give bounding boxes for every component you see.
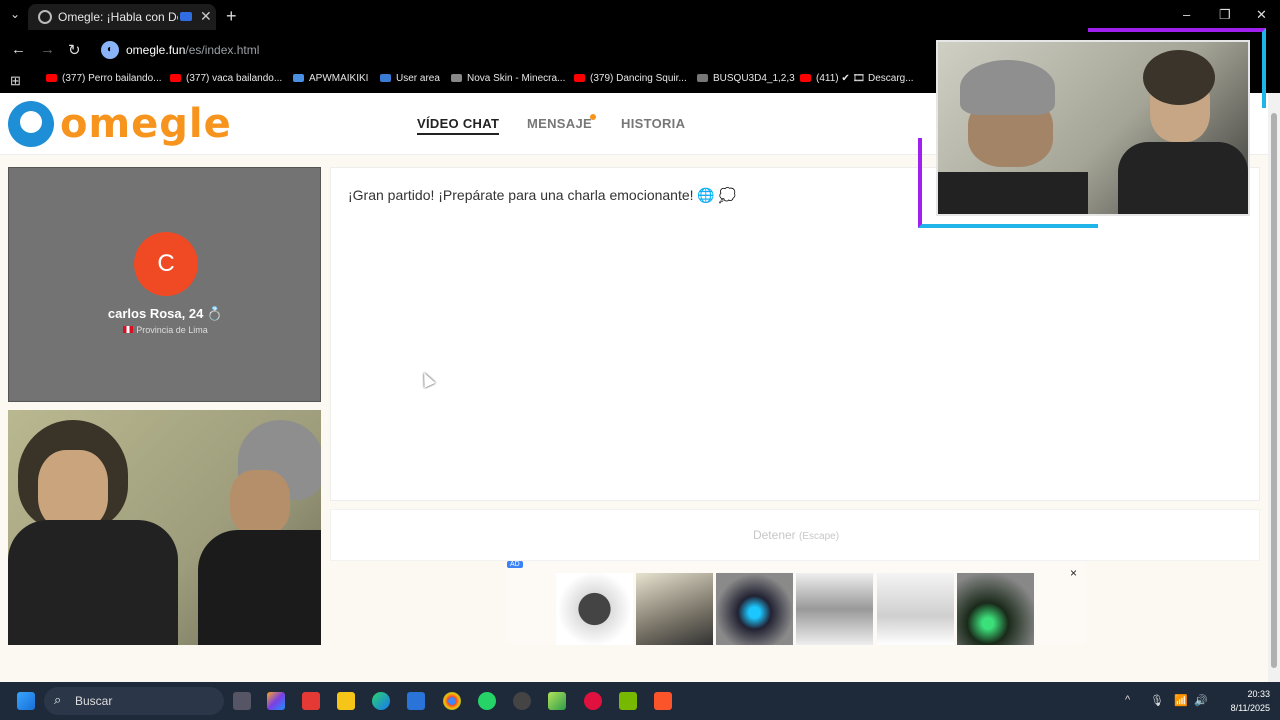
reload-icon[interactable]: ↻ (68, 41, 81, 59)
obs-icon[interactable] (513, 692, 531, 710)
opera-icon[interactable] (584, 692, 602, 710)
stranger-profile-card: C carlos Rosa, 24 💍 Provincia de Lima (8, 167, 321, 402)
chevron-up-icon[interactable]: ^ (1125, 694, 1130, 706)
url-path: /es/index.html (185, 43, 260, 57)
site-info-icon[interactable]: ◐ (101, 41, 119, 59)
store-icon[interactable] (407, 692, 425, 710)
tab-search-button[interactable]: ⌄ (10, 7, 20, 21)
search-label: Buscar (75, 694, 113, 708)
ad-product-bracelets[interactable] (957, 573, 1034, 645)
stranger-name: carlos Rosa, 24 💍 (107, 306, 224, 321)
url-field[interactable]: omegle.fun/es/index.html (126, 43, 259, 57)
nav-video-chat[interactable]: VÍDEO CHAT (417, 116, 500, 135)
bookmark-item[interactable]: (411) ✔ 🎞 Descarg... (800, 73, 914, 84)
restore-button[interactable]: ❐ (1219, 7, 1231, 23)
ad-product-monitor-arm[interactable] (796, 573, 873, 645)
page-scrollbar[interactable] (1268, 93, 1280, 682)
ad-product-shoes[interactable] (877, 573, 954, 645)
stop-label: Detener (Escape) (331, 528, 1261, 542)
stop-shortcut: (Escape) (799, 531, 840, 542)
bookmark-item[interactable]: (379) Dancing Squir... (574, 73, 687, 84)
bookmark-label: (377) Perro bailando... (62, 73, 162, 84)
windows-start-icon[interactable] (17, 692, 35, 710)
logo-text: omegle (60, 101, 232, 147)
microphone-icon[interactable]: 🎙 (1150, 694, 1164, 707)
bookmark-label: (379) Dancing Squir... (590, 73, 687, 84)
file-explorer-icon[interactable] (337, 692, 355, 710)
location-text: Provincia de Lima (136, 325, 208, 335)
clock-date: 8/11/2025 (1230, 703, 1270, 713)
tab-title: Omegle: ¡Habla con Descon (58, 10, 178, 24)
brave-icon[interactable] (654, 692, 672, 710)
bookmark-item[interactable]: APWMAIKIKI (293, 73, 368, 84)
whatsapp-icon[interactable] (478, 692, 496, 710)
bookmark-label: User area (396, 73, 440, 84)
copilot-icon[interactable] (267, 692, 285, 710)
self-webcam-video (8, 410, 321, 645)
ad-product-keyboard[interactable] (636, 573, 713, 645)
volume-icon[interactable]: 🔊 (1194, 694, 1208, 707)
ad-banner[interactable]: AD × (505, 561, 1085, 645)
url-host: omegle.fun (126, 43, 186, 57)
forward-arrow-icon[interactable]: → (40, 41, 55, 58)
wifi-icon[interactable]: 📶 (1174, 694, 1188, 707)
edge-icon[interactable] (372, 692, 390, 710)
bluestacks-icon[interactable] (548, 692, 566, 710)
close-window-button[interactable]: ✕ (1256, 7, 1267, 23)
peru-flag-icon (123, 326, 134, 333)
scrollbar-thumb[interactable] (1271, 113, 1277, 668)
overlay-webcam-video (936, 40, 1250, 216)
streamer-webcam-overlay (918, 28, 1268, 230)
tab-close-button[interactable]: ✕ (200, 8, 212, 25)
minimize-button[interactable]: – (1183, 7, 1190, 22)
search-icon: ⌕ (54, 692, 62, 707)
nav-message[interactable]: MENSAJE (527, 116, 592, 131)
bookmark-item[interactable]: User area (380, 73, 440, 84)
ad-product-led-rings[interactable] (716, 573, 793, 645)
apps-grid-icon[interactable]: ⊞ (10, 73, 21, 89)
bookmark-item[interactable]: (377) vaca bailando... (170, 73, 282, 84)
stop-button[interactable]: Detener (Escape) (330, 509, 1260, 561)
bookmark-label: (411) ✔ 🎞 Descarg... (816, 73, 914, 84)
bookmark-label: APWMAIKIKI (309, 73, 369, 84)
bookmark-label: (377) vaca bailando... (186, 73, 283, 84)
windows-taskbar: ⌕ Buscar ^ 🎙 📶 🔊 20:33 8/11/2025 (0, 682, 1280, 720)
media-app-icon[interactable] (302, 692, 320, 710)
task-view-icon[interactable] (233, 692, 251, 710)
ad-product-smartwatch[interactable] (556, 573, 633, 645)
globe-icon (38, 10, 52, 24)
nvidia-icon[interactable] (619, 692, 637, 710)
avatar: C (134, 232, 198, 296)
notification-dot (590, 114, 596, 120)
bookmark-item[interactable]: (377) Perro bailando... (46, 73, 162, 84)
ad-badge: AD (507, 561, 523, 568)
bookmark-item[interactable]: BUSQU3D4_1,2,3 (697, 73, 795, 84)
ad-close-button[interactable]: × (1070, 566, 1077, 580)
taskbar-clock[interactable]: 20:33 8/11/2025 (1214, 687, 1270, 715)
bookmark-label: BUSQU3D4_1,2,3 (713, 73, 795, 84)
chrome-icon[interactable] (443, 692, 461, 710)
stranger-location: Provincia de Lima (9, 325, 322, 335)
browser-tab[interactable]: Omegle: ¡Habla con Descon ✕ (28, 4, 216, 30)
screen-share-icon (180, 12, 192, 21)
stop-text: Detener (752, 528, 796, 542)
taskbar-search-box[interactable]: ⌕ Buscar (44, 687, 224, 715)
bookmark-label: Nova Skin - Minecra... (467, 73, 566, 84)
bookmark-item[interactable]: Nova Skin - Minecra... (451, 73, 565, 84)
clock-time: 20:33 (1247, 689, 1270, 699)
back-arrow-icon[interactable]: ← (11, 41, 26, 58)
system-message: ¡Gran partido! ¡Prepárate para una charl… (348, 187, 737, 203)
chat-bubble-icon (8, 101, 54, 147)
new-tab-button[interactable]: + (226, 6, 237, 27)
nav-history[interactable]: HISTORIA (621, 116, 685, 131)
